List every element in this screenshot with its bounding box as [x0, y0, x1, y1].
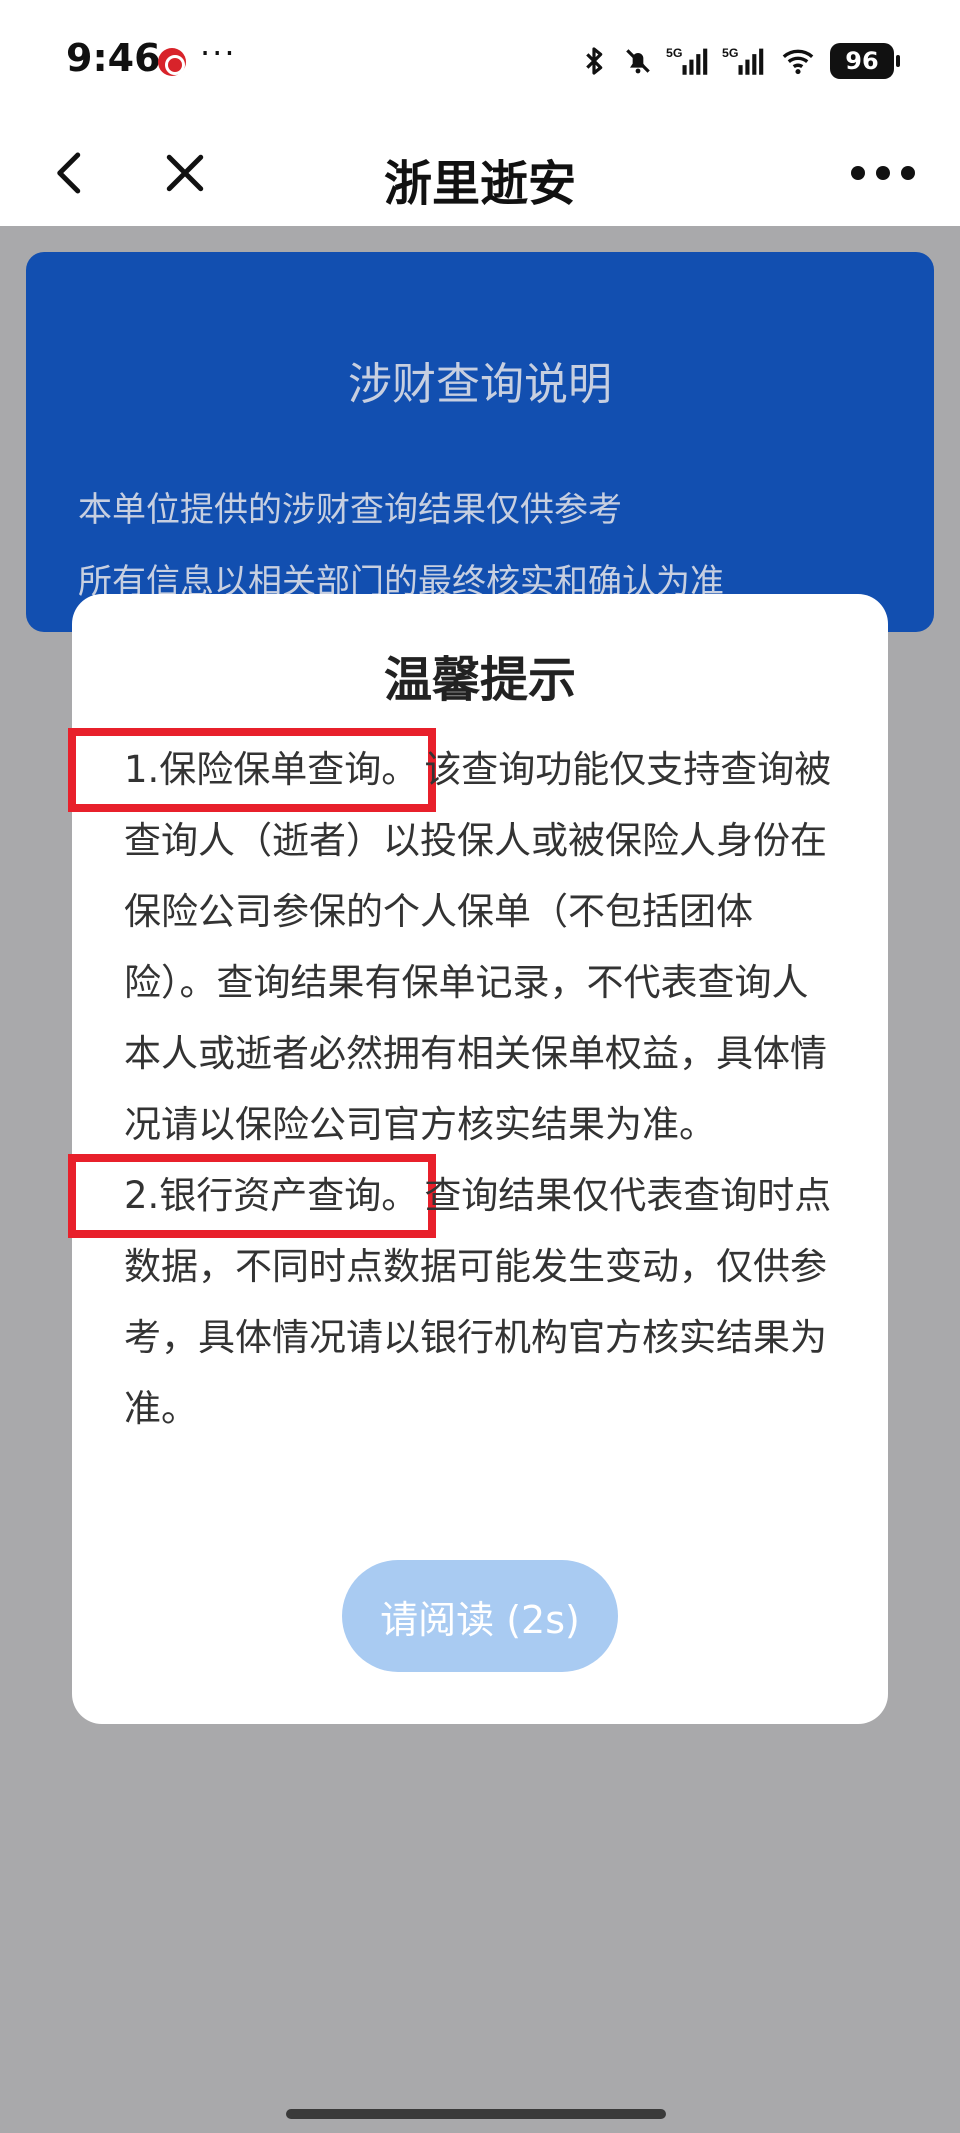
- nav-header: 浙里逝安: [0, 120, 960, 226]
- status-bar: 9:46 ··· 5G 5G 96: [0, 0, 960, 120]
- status-more-indicator: ···: [200, 34, 237, 72]
- dialog-body: 1.保险保单查询。 该查询功能仅支持查询被查询人（逝者）以投保人或被保险人身份在保…: [67, 728, 844, 1444]
- screen: 9:46 ··· 5G 5G 96 浙里逝安 涉财查询说明 本单位提供的涉财查询…: [0, 0, 960, 2133]
- svg-text:5G: 5G: [666, 46, 683, 60]
- mute-icon: [626, 49, 650, 74]
- home-indicator[interactable]: [286, 2109, 666, 2119]
- app-notification-icon: [158, 48, 186, 76]
- query-info-card: 涉财查询说明 本单位提供的涉财查询结果仅供参考 所有信息以相关部门的最终核实和确…: [26, 252, 934, 632]
- notice-item-bank: 2.银行资产查询。 查询结果仅代表查询时点数据，不同时点数据可能发生变动，仅供参考…: [67, 1154, 844, 1444]
- notice-item-insurance: 1.保险保单查询。 该查询功能仅支持查询被查询人（逝者）以投保人或被保险人身份在保…: [67, 728, 844, 1160]
- dialog-title: 温馨提示: [383, 652, 576, 708]
- info-card-title: 涉财查询说明: [348, 359, 612, 410]
- status-icons: 5G 5G 96: [578, 40, 900, 82]
- info-card-line: 本单位提供的涉财查询结果仅供参考: [78, 490, 622, 530]
- battery-icon: 96: [830, 43, 900, 79]
- wifi-icon: [782, 49, 814, 75]
- more-horizontal-icon[interactable]: [848, 160, 918, 186]
- status-time: 9:46: [66, 36, 161, 80]
- reminder-dialog: 温馨提示 1.保险保单查询。 该查询功能仅支持查询被查询人（逝者）以投保人或被保险…: [67, 594, 888, 1724]
- signal-5g-icon: 5G: [666, 46, 708, 75]
- bluetooth-icon: [586, 47, 603, 75]
- read-countdown-button[interactable]: 请阅读 (2s): [342, 1560, 618, 1672]
- notice-item-heading: 2.银行资产查询。: [67, 1154, 437, 1238]
- page-title: 浙里逝安: [383, 156, 576, 212]
- notice-item-heading: 1.保险保单查询。: [67, 728, 437, 812]
- svg-text:5G: 5G: [722, 46, 739, 60]
- signal-5g-icon: 5G: [722, 46, 764, 75]
- battery-level: 96: [845, 47, 879, 75]
- notice-item-text: 该查询功能仅支持查询被查询人（逝者）以投保人或被保险人身份在保险公司参保的个人保…: [124, 748, 832, 1146]
